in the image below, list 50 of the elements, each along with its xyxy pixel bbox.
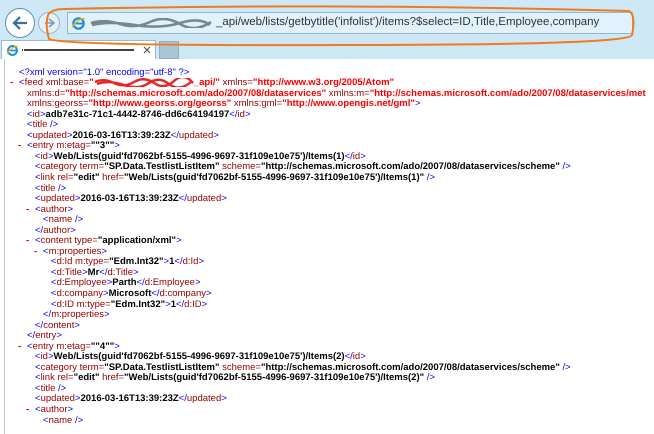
xml-line: <entry m:etag=""4"">	[27, 342, 120, 352]
xml-line: <d:Employee>Parth</d:Employee>	[51, 278, 201, 288]
xml-line: <author>	[35, 204, 74, 214]
xml-line: <d:Title>Mr</d:Title>	[51, 268, 139, 278]
back-arrow-icon	[12, 16, 28, 30]
xml-line: <title />	[27, 120, 58, 130]
xml-line: <id>Web/Lists(guid'fd7062bf-5155-4996-9697-31f109e10e75')/Items(1)</id>	[35, 152, 366, 162]
xml-line: <name />	[43, 215, 84, 225]
collapse-toggle[interactable]: -	[25, 236, 30, 246]
xml-line: </content>	[35, 320, 80, 330]
xml-line: <updated>2016-03-16T13:39:23Z</updated>	[35, 394, 227, 404]
collapse-toggle[interactable]: -	[17, 141, 22, 151]
collapse-toggle[interactable]: -	[9, 78, 14, 88]
xml-line: xmlns:georss="http://www.georss.org/georss" xmlns:gml="http://www.opengis.net/gml">	[27, 99, 420, 109]
collapse-toggle[interactable]: -	[17, 342, 22, 352]
xml-line: </m:properties>	[43, 310, 110, 320]
xml-line: <?xml version="1.0" encoding="utf-8" ?>	[19, 68, 190, 78]
address-bar[interactable]: _api/web/lists/getbytitle('infolist')/items?$select=ID,Title,Employee,company	[67, 12, 633, 34]
xml-line: <updated>2016-03-16T13:39:23Z</updated>	[27, 130, 219, 140]
browser-logo-icon	[71, 16, 86, 30]
url-text: _api/web/lists/getbytitle('infolist')/items?$select=ID,Title,Employee,company	[216, 15, 600, 30]
xml-line: <title />	[35, 384, 66, 394]
back-button[interactable]	[5, 8, 35, 38]
xml-line: <entry m:etag=""3"">	[27, 141, 120, 151]
close-icon[interactable]	[143, 46, 151, 54]
collapse-toggle[interactable]: -	[33, 246, 38, 256]
browser-logo-icon	[6, 44, 19, 56]
xml-line: xmlns:d="http://schemas.microsoft.com/ado/2007/08/dataservices" xmlns:m="http://schemas.microsoft.com/ado/2007/08/dataservices/met	[27, 88, 646, 98]
xml-line: <d:Id m:type="Edm.Int32">1</d:Id>	[51, 257, 204, 267]
collapse-toggle[interactable]: -	[25, 204, 30, 214]
xml-line: <category term="SP.Data.TestlistListItem" scheme="http://schemas.microsoft.com/ado/2007/08/dataservices/scheme" />	[35, 362, 571, 372]
xml-line: <category term="SP.Data.TestlistListItem" scheme="http://schemas.microsoft.com/ado/2007/08/dataservices/scheme" />	[35, 162, 571, 172]
browser-tab[interactable]	[1, 40, 156, 59]
xml-line: <id>adb7e31c-71c1-4442-8746-dd6c64194197</id>	[27, 110, 250, 120]
xml-line: <content type="application/xml">	[35, 236, 182, 246]
xml-line: <title />	[35, 184, 66, 194]
forward-arrow-icon	[44, 18, 54, 28]
xml-line: <id>Web/Lists(guid'fd7062bf-5155-4996-9697-31f109e10e75')/Items(2)</id>	[35, 352, 366, 362]
xml-line: <link rel="edit" href="Web/Lists(guid'fd7062bf-5155-4996-9697-31f109e10e75')/Items(2)" />	[35, 373, 435, 383]
xml-line: </author>	[35, 226, 76, 236]
xml-line: <name />	[43, 416, 84, 426]
xml-line: </entry>	[27, 331, 62, 341]
xml-line: <link rel="edit" href="Web/Lists(guid'fd7062bf-5155-4996-9697-31f109e10e75')/Items(1)" />	[35, 172, 435, 182]
xml-line: <author>	[35, 405, 74, 415]
xml-line: <m:properties>	[43, 246, 107, 256]
xml-line: <updated>2016-03-16T13:39:23Z</updated>	[35, 194, 227, 204]
xml-line: <d:ID m:type="Edm.Int32">1</d:ID>	[51, 300, 208, 310]
collapse-toggle[interactable]: -	[25, 405, 30, 415]
xml-line: <feed xml:base=" _api/" xmlns="http://www.w3.org/2005/Atom"	[19, 78, 394, 88]
xml-line: <d:company>Microsoft</d:company>	[51, 289, 212, 298]
